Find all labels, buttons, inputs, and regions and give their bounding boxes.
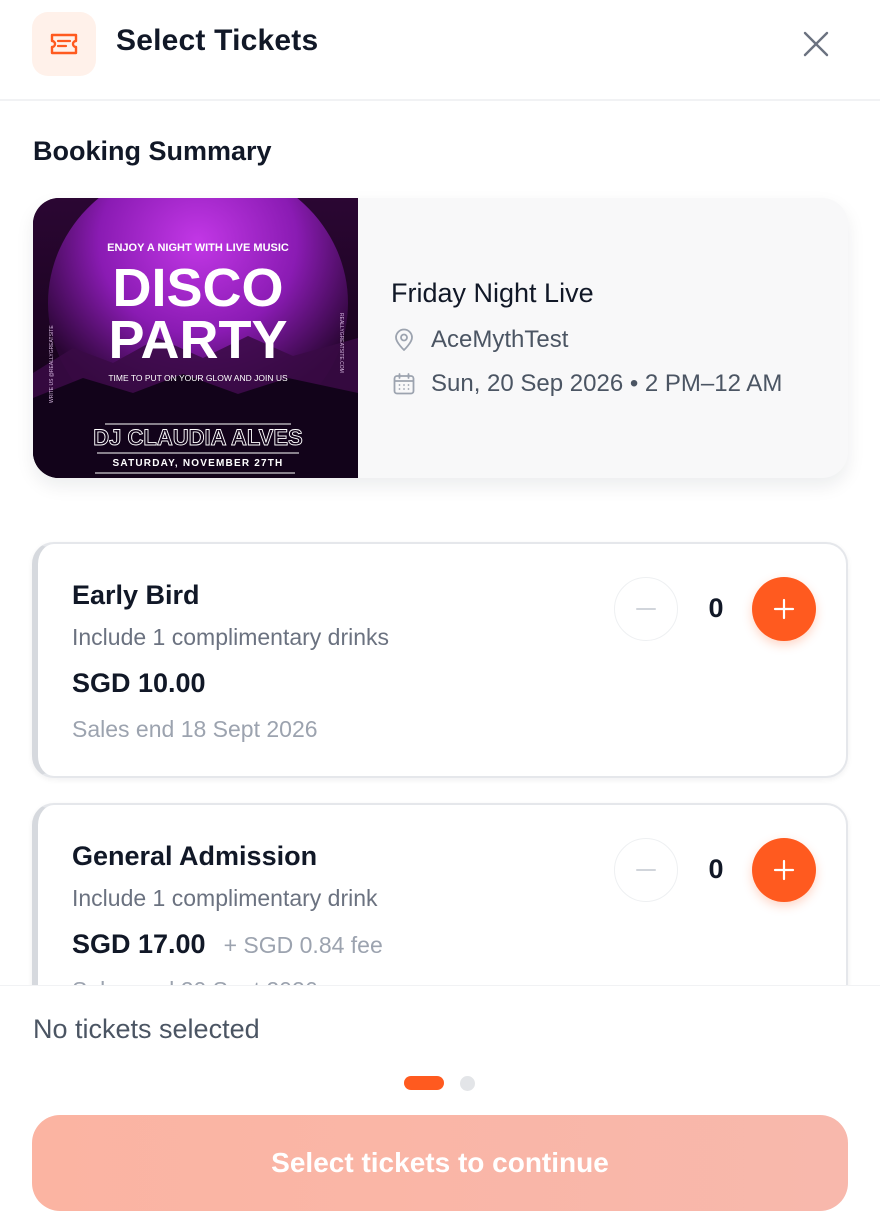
- quantity-value: 0: [708, 593, 724, 623]
- ticket-sales-end: Sales end 20 Sept 2026: [72, 977, 318, 985]
- ticket-list[interactable]: Early Bird Include 1 complimentary drink…: [0, 520, 880, 985]
- selection-status: No tickets selected: [33, 1014, 260, 1044]
- ticket-card-general-admission: General Admission Include 1 complimentar…: [32, 803, 848, 985]
- event-datetime: Sun, 20 Sep 2026 • 2 PM–12 AM: [431, 370, 783, 397]
- minus-icon: [636, 608, 656, 610]
- modal-header: Select Tickets: [0, 0, 880, 101]
- poster-title-line2: PARTY: [108, 310, 287, 370]
- modal-footer: No tickets selected Select tickets to co…: [0, 985, 880, 1230]
- increase-quantity-button[interactable]: [752, 838, 816, 902]
- ticket-fee: + SGD 0.84 fee: [223, 932, 383, 958]
- plus-icon: [773, 859, 795, 881]
- plus-icon: [773, 598, 795, 620]
- map-pin-icon: [391, 327, 417, 353]
- poster-date: SATURDAY, NOVEMBER 27TH: [113, 458, 284, 469]
- ticket-name: Early Bird: [72, 580, 200, 610]
- ticket-price-row: SGD 10.00: [72, 668, 206, 699]
- close-icon: [803, 31, 829, 57]
- poster-title-line1: DISCO: [112, 258, 283, 318]
- poster-dj: DJ CLAUDIA ALVES: [93, 425, 302, 450]
- ticket-description: Include 1 complimentary drinks: [72, 624, 390, 650]
- ticket-name: General Admission: [72, 841, 318, 871]
- step-dot: [460, 1076, 475, 1091]
- event-venue-row: AceMythTest: [391, 326, 568, 354]
- poster-side-right: REALLYGREATSITE.COM: [338, 313, 344, 373]
- ticket-description: Include 1 complimentary drink: [72, 885, 378, 911]
- ticket-icon: [32, 12, 96, 76]
- ticket-price: SGD 10.00: [72, 668, 206, 698]
- ticket-sales-end: Sales end 18 Sept 2026: [72, 716, 318, 742]
- decrease-quantity-button[interactable]: [614, 838, 678, 902]
- quantity-stepper: 0: [614, 836, 816, 902]
- quantity-stepper: 0: [614, 575, 816, 641]
- ticket-price: SGD 17.00: [72, 929, 206, 959]
- step-dot-active: [404, 1076, 444, 1090]
- poster-subline: TIME TO PUT ON YOUR GLOW AND JOIN US: [108, 373, 288, 383]
- ticket-card-early-bird: Early Bird Include 1 complimentary drink…: [32, 542, 848, 778]
- increase-quantity-button[interactable]: [752, 577, 816, 641]
- ticket-price-row: SGD 17.00 + SGD 0.84 fee: [72, 929, 383, 960]
- booking-summary-title: Booking Summary: [33, 136, 272, 166]
- modal-title: Select Tickets: [116, 24, 319, 57]
- close-button[interactable]: [796, 24, 836, 64]
- event-poster: ENJOY A NIGHT WITH LIVE MUSIC DISCO PART…: [33, 198, 358, 478]
- poster-side-left: WRITE US @REALLYGREATSITE: [49, 325, 55, 403]
- event-date-row: Sun, 20 Sep 2026 • 2 PM–12 AM: [391, 370, 782, 398]
- event-name: Friday Night Live: [391, 278, 594, 308]
- event-summary-card: ENJOY A NIGHT WITH LIVE MUSIC DISCO PART…: [33, 198, 848, 478]
- event-venue: AceMythTest: [431, 326, 569, 353]
- quantity-value: 0: [708, 854, 724, 884]
- calendar-icon: [391, 371, 417, 397]
- poster-tagline: ENJOY A NIGHT WITH LIVE MUSIC: [107, 242, 289, 254]
- step-indicator: [404, 1076, 484, 1092]
- minus-icon: [636, 869, 656, 871]
- continue-button[interactable]: Select tickets to continue: [32, 1115, 848, 1211]
- decrease-quantity-button[interactable]: [614, 577, 678, 641]
